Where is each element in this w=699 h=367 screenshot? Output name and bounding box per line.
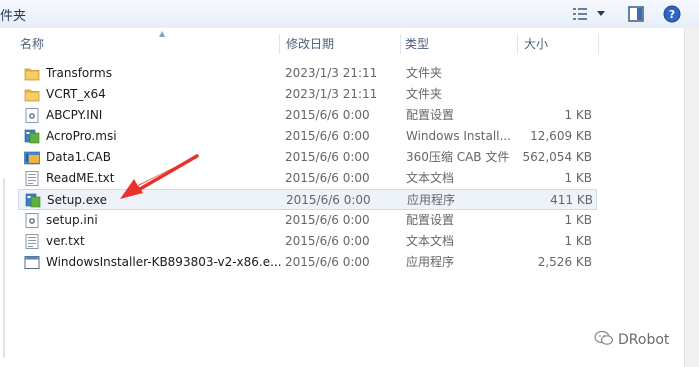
file-row[interactable]: WindowsInstaller-KB893803-v2-x86.e... 201… [18, 252, 597, 273]
file-type: 文本文档 [406, 234, 455, 248]
file-date: 2015/6/6 0:00 [285, 150, 370, 164]
file-date: 2015/6/6 0:00 [286, 193, 371, 207]
file-name: WindowsInstaller-KB893803-v2-x86.e... [46, 255, 282, 269]
settings-file-icon [24, 213, 40, 228]
file-name: AcroPro.msi [46, 129, 117, 143]
file-size: 562,054 KB [522, 150, 592, 164]
file-row[interactable]: Setup.exe 2015/6/6 0:00 应用程序 411 KB [18, 189, 597, 210]
vertical-scrollbar[interactable] [684, 28, 699, 367]
file-date: 2015/6/6 0:00 [285, 255, 370, 269]
svg-text:?: ? [669, 8, 675, 21]
file-date: 2015/6/6 0:00 [285, 171, 370, 185]
file-type: 360压缩 CAB 文件 [406, 150, 510, 164]
file-size: 411 KB [550, 193, 593, 207]
file-row[interactable]: AcroPro.msi 2015/6/6 0:00 Windows Install.… [18, 126, 597, 147]
file-size [508, 63, 592, 84]
file-size: 1 KB [564, 213, 592, 227]
file-type: 文本文档 [406, 171, 455, 185]
file-row[interactable]: ReadME.txt 2015/6/6 0:00 文本文档 1 KB [18, 168, 597, 189]
help-icon[interactable]: ? [662, 4, 682, 24]
file-name: ver.txt [46, 234, 85, 248]
file-row[interactable]: VCRT_x64 2023/1/3 21:11 文件夹 [18, 84, 597, 105]
file-size: 1 KB [564, 108, 592, 122]
file-size: 1 KB [564, 234, 592, 248]
file-size: 1 KB [564, 171, 592, 185]
settings-file-icon [24, 108, 40, 123]
file-date: 2023/1/3 21:11 [285, 87, 378, 101]
file-name: ABCPY.INI [46, 108, 103, 122]
file-type: 文件夹 [406, 87, 443, 101]
app-window-icon [24, 255, 40, 270]
column-size[interactable]: 大小 [518, 30, 598, 58]
file-date: 2015/6/6 0:00 [285, 129, 370, 143]
chevron-down-icon[interactable] [594, 4, 608, 24]
file-name: VCRT_x64 [46, 87, 106, 101]
watermark: DRobot [594, 330, 669, 350]
toolbar-label: 件夹 [0, 9, 27, 24]
file-date: 2015/6/6 0:00 [285, 213, 370, 227]
file-row[interactable]: ABCPY.INI 2015/6/6 0:00 配置设置 1 KB [18, 105, 597, 126]
view-list-icon[interactable] [570, 4, 590, 24]
file-type: 文件夹 [406, 66, 443, 80]
folder-icon [24, 87, 40, 102]
file-row[interactable]: ver.txt 2015/6/6 0:00 文本文档 1 KB [18, 231, 597, 252]
text-file-icon [24, 234, 40, 249]
text-file-icon [24, 171, 40, 186]
cab-file-icon [24, 150, 40, 165]
wechat-icon [594, 330, 614, 350]
column-type[interactable]: 类型 [399, 30, 519, 58]
preview-pane-icon[interactable] [626, 4, 646, 24]
installer-icon [24, 129, 40, 144]
file-type: 应用程序 [407, 193, 456, 207]
file-type: Windows Install... [406, 129, 511, 143]
command-bar: 件夹 ? [0, 0, 699, 29]
file-name: setup.ini [46, 213, 98, 227]
file-size: 12,609 KB [530, 129, 592, 143]
file-row[interactable]: setup.ini 2015/6/6 0:00 配置设置 1 KB [18, 210, 597, 231]
file-name: Setup.exe [47, 193, 108, 207]
file-name: Data1.CAB [46, 150, 111, 164]
file-type: 应用程序 [406, 255, 455, 269]
file-date: 2023/1/3 21:11 [285, 66, 378, 80]
file-size [508, 84, 592, 105]
file-type: 配置设置 [406, 108, 455, 122]
column-name[interactable]: 名称 [14, 30, 279, 58]
file-type: 配置设置 [406, 213, 455, 227]
column-header: ▲ 名称 修改日期 类型 大小 [14, 29, 599, 58]
file-size: 2,526 KB [537, 255, 592, 269]
file-name: ReadME.txt [46, 171, 115, 185]
file-row[interactable]: Transforms 2023/1/3 21:11 文件夹 [18, 63, 597, 84]
file-name: Transforms [46, 66, 112, 80]
installer-icon [25, 193, 41, 208]
file-date: 2015/6/6 0:00 [285, 108, 370, 122]
folder-icon [24, 66, 40, 81]
watermark-text: DRobot [618, 332, 670, 348]
file-date: 2015/6/6 0:00 [285, 234, 370, 248]
file-row[interactable]: Data1.CAB 2015/6/6 0:00 360压缩 CAB 文件 562,05… [18, 147, 597, 168]
column-date[interactable]: 修改日期 [280, 30, 400, 58]
